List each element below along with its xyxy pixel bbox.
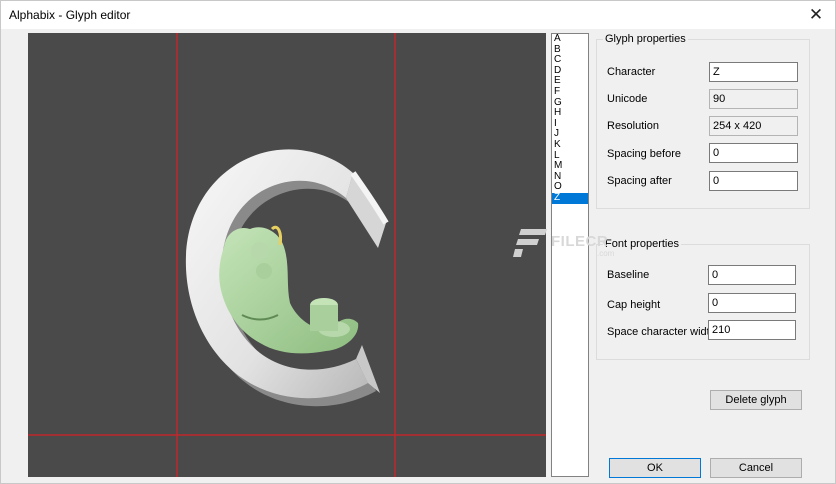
- glyph-editor-window: Alphabix - Glyph editor ✕ A B C D E F G …: [0, 0, 836, 484]
- cap-height-label: Cap height: [607, 299, 661, 311]
- cap-height-field[interactable]: 0: [708, 293, 796, 313]
- cancel-button[interactable]: Cancel: [710, 458, 802, 478]
- baseline-field[interactable]: 0: [708, 265, 796, 285]
- font-properties-title: Font properties: [603, 237, 681, 251]
- space-width-field[interactable]: 210: [708, 320, 796, 340]
- title-bar: Alphabix - Glyph editor ✕: [1, 1, 835, 29]
- spacing-after-field[interactable]: 0: [709, 171, 798, 191]
- resolution-label: Resolution: [607, 120, 659, 132]
- spacing-after-label: Spacing after: [607, 175, 672, 187]
- glyph-list-item[interactable]: A: [552, 34, 588, 45]
- delete-glyph-button[interactable]: Delete glyph: [710, 390, 802, 410]
- glyph-list-item[interactable]: H: [552, 108, 588, 119]
- unicode-label: Unicode: [607, 93, 648, 105]
- glyph-preview-canvas[interactable]: [28, 33, 546, 477]
- spacing-before-field[interactable]: 0: [709, 143, 798, 163]
- glyph-preview-graphic: [28, 33, 546, 477]
- glyph-list-item[interactable]: K: [552, 139, 588, 151]
- character-label: Character: [607, 66, 656, 78]
- spacing-before-label: Spacing before: [607, 148, 681, 160]
- glyph-list-item[interactable]: Z: [552, 192, 588, 204]
- close-icon: ✕: [808, 5, 824, 24]
- glyph-properties-title: Glyph properties: [603, 32, 688, 46]
- baseline-label: Baseline: [607, 269, 650, 281]
- window-title: Alphabix - Glyph editor: [9, 8, 131, 22]
- unicode-field: 90: [709, 89, 798, 109]
- glyph-list[interactable]: ABCDEFGHIJKLMNOZ: [551, 33, 589, 477]
- glyph-list-item[interactable]: F: [552, 86, 588, 98]
- close-button[interactable]: ✕: [801, 2, 831, 28]
- ok-button[interactable]: OK: [609, 458, 701, 478]
- character-field[interactable]: Z: [709, 62, 798, 82]
- resolution-field: 254 x 420: [709, 116, 798, 136]
- space-width-label: Space character width: [607, 326, 716, 338]
